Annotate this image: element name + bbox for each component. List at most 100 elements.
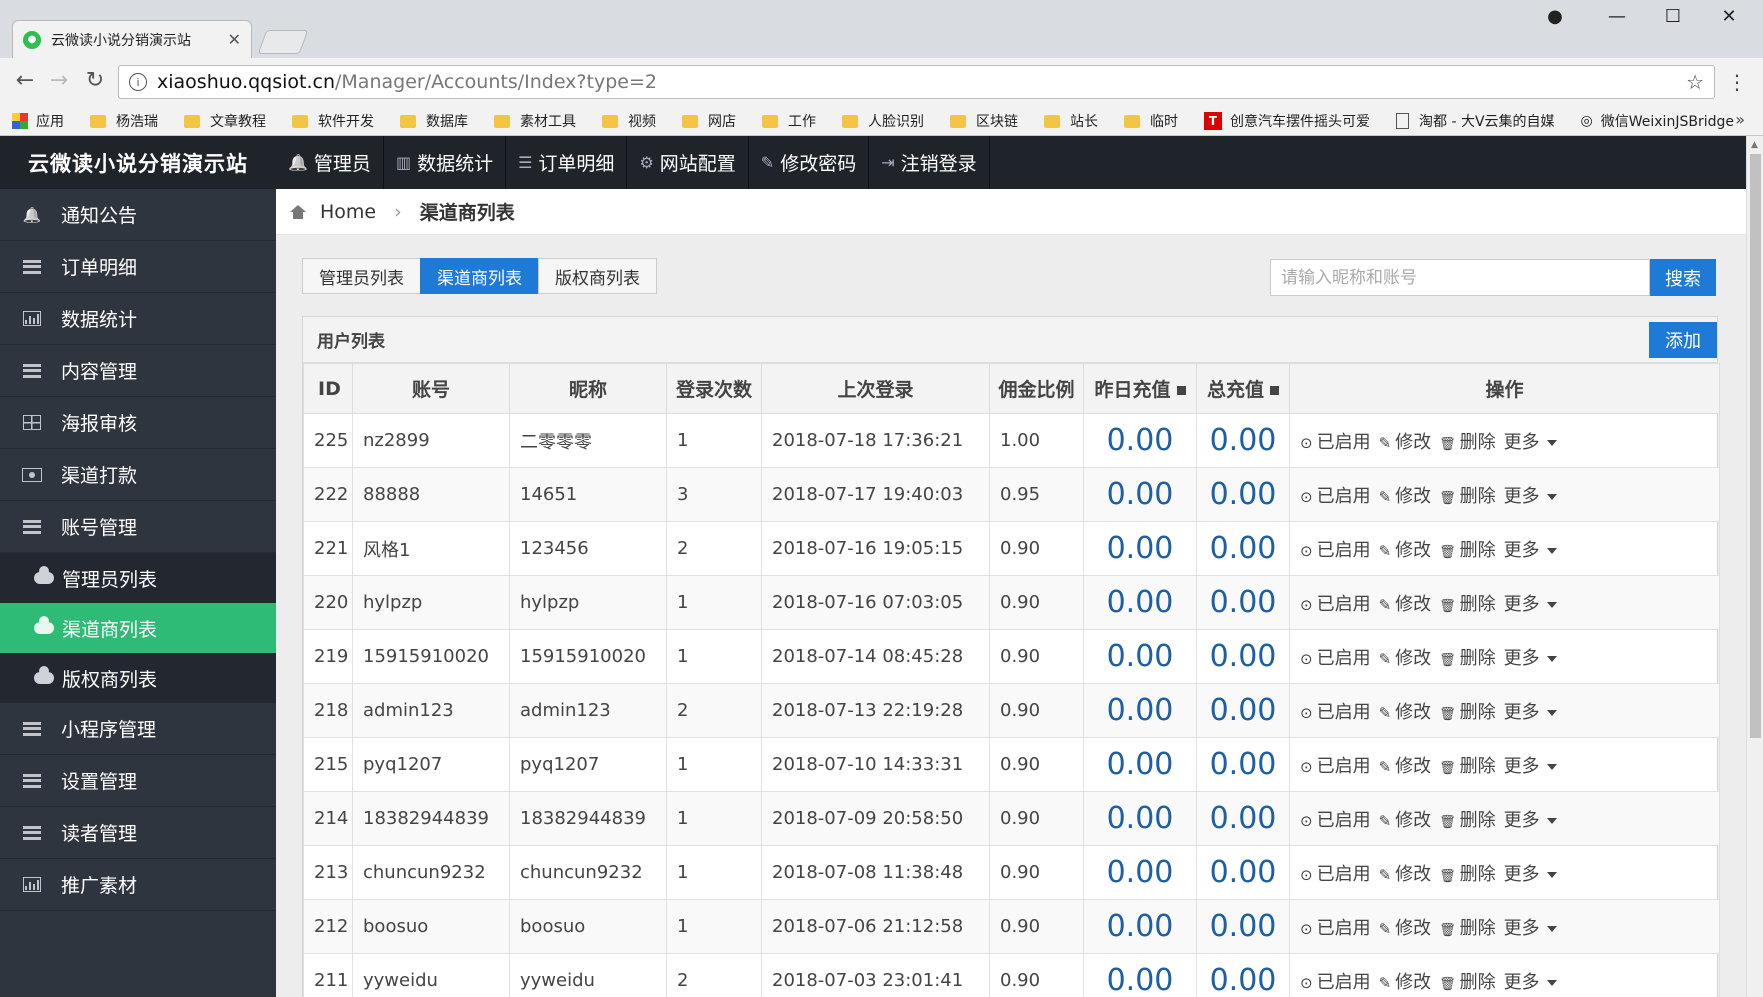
new-tab-button[interactable]: [257, 30, 309, 54]
edit-button[interactable]: ✎ 修改: [1379, 914, 1436, 940]
scroll-up-arrow-icon[interactable]: ▲: [1751, 140, 1758, 150]
more-dropdown[interactable]: 更多: [1504, 644, 1561, 670]
browser-menu-icon[interactable]: ⋮: [1727, 70, 1747, 94]
profile-icon[interactable]: ●: [1538, 6, 1572, 27]
bookmark-item[interactable]: T 创意汽车摆件摇头可爱: [1204, 111, 1370, 131]
sidebar-item[interactable]: 海报审核: [0, 397, 276, 449]
address-bar[interactable]: i xiaoshuo.qqsiot.cn /Manager/Accounts/I…: [118, 65, 1715, 99]
sidebar-item[interactable]: 读者管理: [0, 807, 276, 859]
bookmark-star-icon[interactable]: ☆: [1686, 70, 1704, 94]
bookmark-item[interactable]: 杨浩瑞: [90, 111, 158, 131]
topnav-item[interactable]: ⇥ 注销登录: [869, 136, 990, 189]
more-dropdown[interactable]: 更多: [1504, 968, 1561, 994]
sidebar-sub-item[interactable]: 版权商列表: [0, 653, 276, 703]
breadcrumb-home[interactable]: Home: [320, 201, 376, 223]
enabled-button[interactable]: ⊙ 已启用: [1300, 806, 1375, 832]
sidebar-item[interactable]: 🔔 通知公告: [0, 189, 276, 241]
delete-button[interactable]: 🗑 删除: [1439, 752, 1500, 778]
more-dropdown[interactable]: 更多: [1504, 428, 1561, 454]
tab-account-type[interactable]: 管理员列表: [302, 258, 421, 294]
delete-button[interactable]: 🗑 删除: [1439, 698, 1500, 724]
tab-close-icon[interactable]: ✕: [228, 30, 241, 49]
more-dropdown[interactable]: 更多: [1504, 806, 1561, 832]
sort-icon[interactable]: [1270, 386, 1279, 395]
column-header[interactable]: 总充值: [1196, 363, 1290, 414]
bookmark-item[interactable]: 人脸识别: [842, 111, 924, 131]
bookmark-item[interactable]: 区块链: [950, 111, 1018, 131]
sidebar-sub-item[interactable]: 渠道商列表: [0, 603, 276, 653]
sidebar-item[interactable]: 设置管理: [0, 755, 276, 807]
enabled-button[interactable]: ⊙ 已启用: [1300, 860, 1375, 886]
delete-button[interactable]: 🗑 删除: [1439, 914, 1500, 940]
bookmark-item[interactable]: 工作: [762, 111, 816, 131]
enabled-button[interactable]: ⊙ 已启用: [1300, 968, 1375, 994]
reload-icon[interactable]: ↻: [80, 68, 110, 93]
tab-account-type[interactable]: 渠道商列表: [420, 258, 539, 294]
edit-button[interactable]: ✎ 修改: [1379, 428, 1436, 454]
bookmark-item[interactable]: 淘都 - 大V云集的自媒: [1396, 111, 1555, 131]
tab-account-type[interactable]: 版权商列表: [538, 258, 657, 294]
enabled-button[interactable]: ⊙ 已启用: [1300, 914, 1375, 940]
edit-button[interactable]: ✎ 修改: [1379, 536, 1436, 562]
more-dropdown[interactable]: 更多: [1504, 698, 1561, 724]
enabled-button[interactable]: ⊙ 已启用: [1300, 752, 1375, 778]
sidebar-item[interactable]: 订单明细: [0, 241, 276, 293]
bookmark-item[interactable]: 文章教程: [184, 111, 266, 131]
bookmark-item[interactable]: 视频: [602, 111, 656, 131]
sidebar-item[interactable]: 推广素材: [0, 859, 276, 911]
topnav-item[interactable]: 🔔 管理员: [276, 136, 384, 189]
minimize-icon[interactable]: —: [1600, 6, 1634, 27]
page-scrollbar[interactable]: ▲: [1746, 136, 1763, 997]
maximize-icon[interactable]: ☐: [1656, 6, 1690, 27]
browser-tab[interactable]: ● 云微读小说分销演示站 ✕: [12, 20, 252, 58]
add-button[interactable]: 添加: [1649, 322, 1717, 358]
search-button[interactable]: 搜索: [1650, 259, 1716, 296]
delete-button[interactable]: 🗑 删除: [1439, 536, 1500, 562]
site-info-icon[interactable]: i: [129, 73, 147, 91]
edit-button[interactable]: ✎ 修改: [1379, 698, 1436, 724]
enabled-button[interactable]: ⊙ 已启用: [1300, 536, 1375, 562]
delete-button[interactable]: 🗑 删除: [1439, 968, 1500, 994]
edit-button[interactable]: ✎ 修改: [1379, 482, 1436, 508]
bookmarks-overflow-icon[interactable]: »: [1735, 110, 1745, 129]
delete-button[interactable]: 🗑 删除: [1439, 482, 1500, 508]
bookmark-item[interactable]: 素材工具: [494, 111, 576, 131]
bookmark-item[interactable]: 临时: [1124, 111, 1178, 131]
column-header[interactable]: 昨日充值: [1083, 363, 1197, 414]
edit-button[interactable]: ✎ 修改: [1379, 752, 1436, 778]
edit-button[interactable]: ✎ 修改: [1379, 860, 1436, 886]
more-dropdown[interactable]: 更多: [1504, 914, 1561, 940]
bookmark-item[interactable]: 软件开发: [292, 111, 374, 131]
sidebar-item[interactable]: 账号管理: [0, 501, 276, 553]
sidebar-item[interactable]: 渠道打款: [0, 449, 276, 501]
window-close-icon[interactable]: ✕: [1712, 6, 1746, 27]
edit-button[interactable]: ✎ 修改: [1379, 968, 1436, 994]
delete-button[interactable]: 🗑 删除: [1439, 590, 1500, 616]
more-dropdown[interactable]: 更多: [1504, 590, 1561, 616]
bookmark-item[interactable]: ◎ 微信WeixinJSBridge: [1581, 111, 1734, 131]
topnav-item[interactable]: ✎ 修改密码: [749, 136, 870, 189]
scrollbar-thumb[interactable]: [1750, 154, 1761, 738]
sort-icon[interactable]: [1176, 386, 1186, 395]
edit-button[interactable]: ✎ 修改: [1379, 806, 1436, 832]
forward-arrow-icon[interactable]: →: [44, 68, 74, 93]
delete-button[interactable]: 🗑 删除: [1439, 806, 1500, 832]
sidebar-item[interactable]: 内容管理: [0, 345, 276, 397]
topnav-item[interactable]: ☰ 订单明细: [506, 136, 628, 189]
sidebar-item[interactable]: 小程序管理: [0, 703, 276, 755]
bookmark-item[interactable]: 站长: [1044, 111, 1098, 131]
enabled-button[interactable]: ⊙ 已启用: [1300, 644, 1375, 670]
enabled-button[interactable]: ⊙ 已启用: [1300, 698, 1375, 724]
bookmark-item[interactable]: 网店: [682, 111, 736, 131]
delete-button[interactable]: 🗑 删除: [1439, 644, 1500, 670]
topnav-item[interactable]: ⚙ 网站配置: [627, 136, 749, 189]
enabled-button[interactable]: ⊙ 已启用: [1300, 428, 1375, 454]
edit-button[interactable]: ✎ 修改: [1379, 590, 1436, 616]
more-dropdown[interactable]: 更多: [1504, 752, 1561, 778]
sidebar-item[interactable]: 数据统计: [0, 293, 276, 345]
enabled-button[interactable]: ⊙ 已启用: [1300, 482, 1375, 508]
more-dropdown[interactable]: 更多: [1504, 860, 1561, 886]
back-arrow-icon[interactable]: ←: [10, 68, 40, 93]
edit-button[interactable]: ✎ 修改: [1379, 644, 1436, 670]
enabled-button[interactable]: ⊙ 已启用: [1300, 590, 1375, 616]
